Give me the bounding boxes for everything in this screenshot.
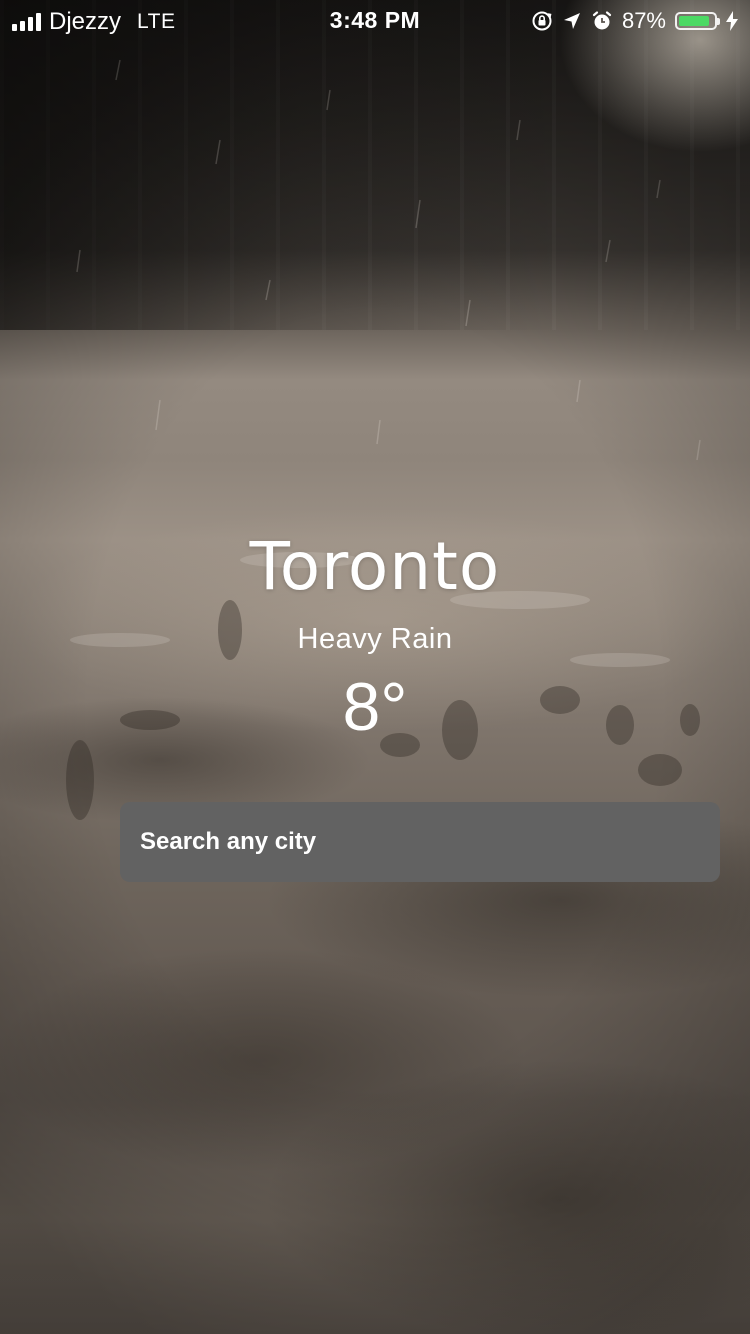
background-vignette — [0, 0, 750, 1334]
weather-app-screen: Djezzy LTE 3:48 PM 87% Toronto Heavy Rai… — [0, 0, 750, 1334]
city-search-input[interactable] — [120, 802, 720, 882]
weather-condition: Heavy Rain — [297, 623, 453, 655]
battery-icon — [675, 12, 720, 30]
location-arrow-icon — [563, 13, 580, 29]
battery-level-fill — [679, 16, 709, 26]
battery-percentage: 87% — [621, 8, 666, 33]
temperature: 8° — [342, 669, 408, 745]
alarm-icon — [592, 11, 612, 30]
status-bar-right: 87% — [531, 8, 738, 34]
status-bar: Djezzy LTE 3:48 PM 87% — [0, 0, 750, 40]
charging-bolt-icon — [726, 11, 738, 31]
city-name: Toronto — [249, 528, 501, 605]
orientation-lock-icon — [532, 11, 552, 31]
